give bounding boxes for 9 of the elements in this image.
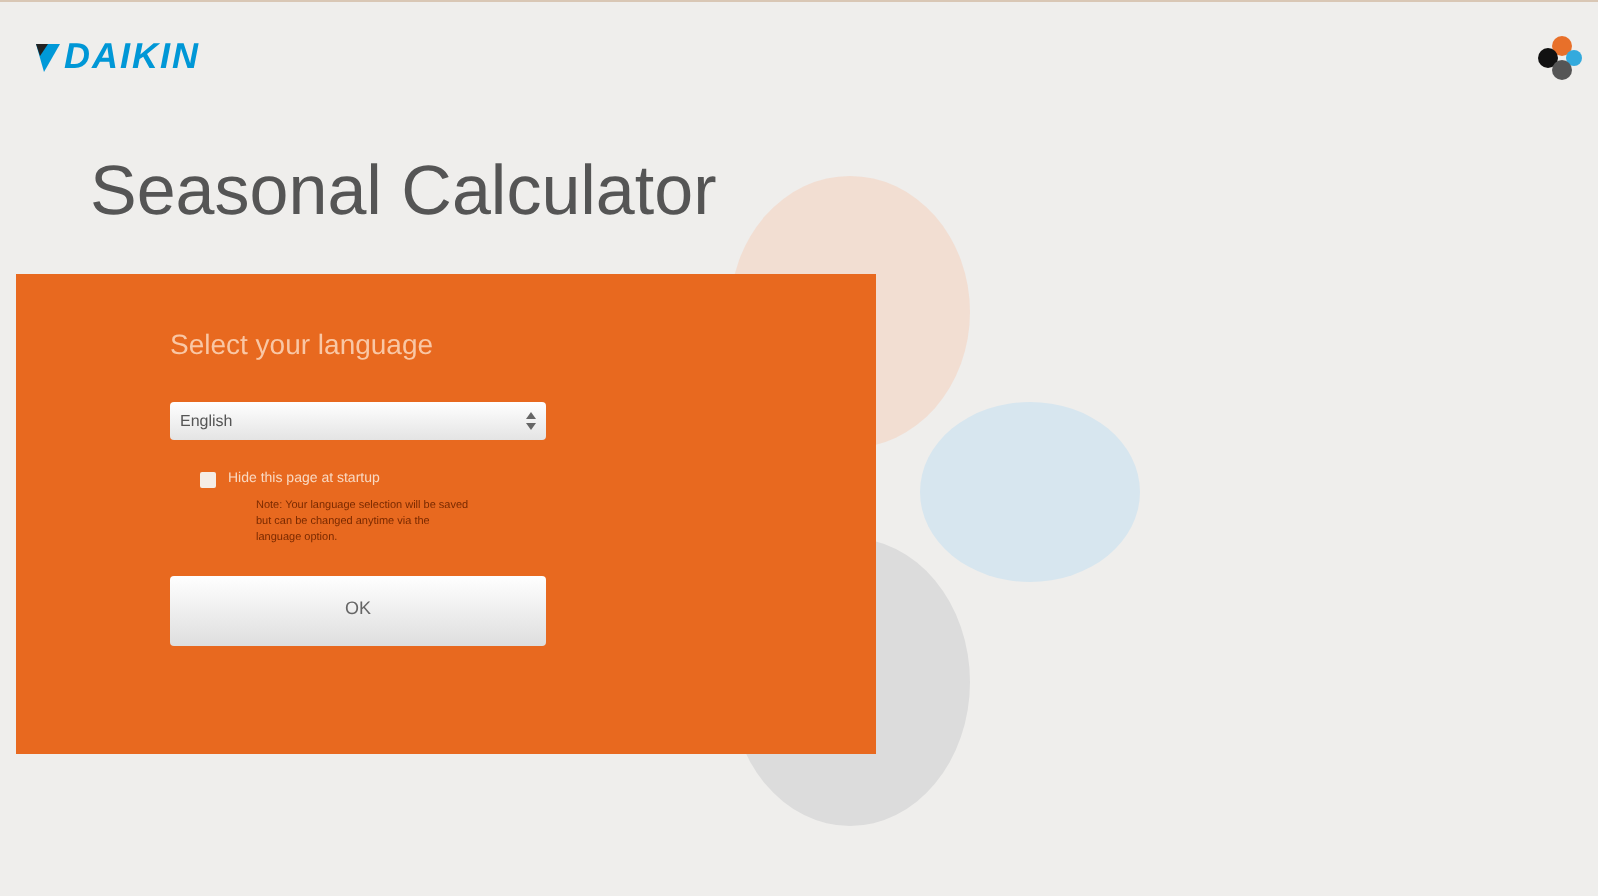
flower-icon xyxy=(1538,33,1582,81)
page-title: Seasonal Calculator xyxy=(90,152,719,232)
ok-button[interactable]: OK xyxy=(170,575,546,645)
language-select[interactable]: English xyxy=(170,402,546,440)
logo: DAIKIN xyxy=(36,30,200,84)
logo-mark-icon xyxy=(36,43,60,71)
panel-heading: Select your language xyxy=(170,326,436,362)
hide-checkbox[interactable] xyxy=(200,472,216,489)
updown-icon xyxy=(526,412,536,430)
